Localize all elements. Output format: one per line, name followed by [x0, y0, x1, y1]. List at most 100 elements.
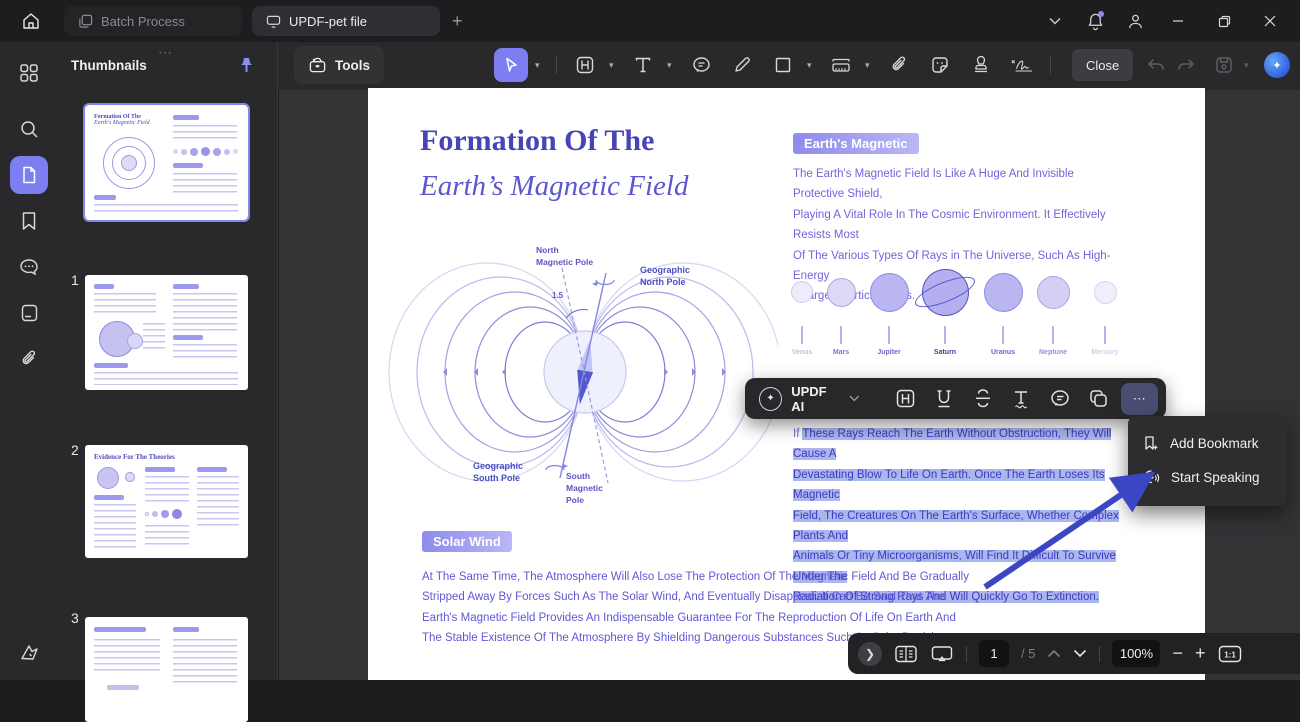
toolbar-divider: [966, 646, 967, 662]
thumbnail-page-4[interactable]: [85, 617, 248, 722]
svg-text:1:1: 1:1: [1224, 650, 1236, 659]
sidebar-item-attachments[interactable]: [10, 340, 48, 378]
home-icon: [21, 11, 41, 31]
thumbnail-preview: [173, 163, 203, 168]
collapse-bar-button[interactable]: ❯: [858, 642, 882, 666]
user-icon: [1126, 12, 1145, 31]
tab-updf-pet-file[interactable]: UPDF-pet file: [252, 6, 440, 36]
undo-icon[interactable]: [1146, 56, 1166, 74]
sidebar-item-apps[interactable]: [10, 54, 48, 92]
actual-size-button[interactable]: 1:1: [1218, 645, 1242, 663]
measure-tool-button[interactable]: [824, 48, 858, 82]
select-tool-button[interactable]: [494, 48, 528, 82]
comment-annotation-button[interactable]: [1040, 384, 1079, 414]
expand-menu-button[interactable]: [1038, 6, 1072, 36]
new-tab-button[interactable]: +: [452, 11, 463, 32]
updf-ai-label[interactable]: UPDF AI: [791, 384, 841, 414]
planet-uranus: Uranus: [975, 266, 1031, 356]
redo-icon[interactable]: [1176, 56, 1196, 74]
thumbnail-preview: [94, 363, 128, 368]
underline-annotation-button[interactable]: [925, 384, 964, 414]
thumbnail-preview: [121, 155, 137, 171]
sidebar-item-stamps[interactable]: [10, 634, 48, 672]
zoom-out-button[interactable]: −: [1172, 643, 1183, 664]
sidebar-item-comments[interactable]: [10, 248, 48, 286]
sidebar-item-bookmarks[interactable]: [10, 202, 48, 240]
menu-item-add-bookmark[interactable]: Add Bookmark: [1128, 426, 1287, 460]
home-button[interactable]: [12, 6, 50, 36]
tools-button[interactable]: Tools: [294, 46, 384, 84]
doc-title-line2: Earth’s Magnetic Field: [420, 170, 688, 203]
account-button[interactable]: [1118, 6, 1152, 36]
label-north-magnetic-pole: North Magnetic Pole: [536, 244, 593, 268]
main-toolbar: Tools ▾ ▾ ▾ ▾ ▾: [278, 42, 1300, 90]
text-tool-dropdown[interactable]: ▾: [667, 60, 677, 71]
thumbnail-page-1[interactable]: Formation Of The Earth's Magnetic Field: [85, 105, 248, 220]
updf-ai-avatar-icon[interactable]: ✦: [1264, 52, 1290, 78]
shape-tool-button[interactable]: [766, 48, 800, 82]
previous-page-button[interactable]: [1047, 649, 1061, 658]
stamp-tool-button[interactable]: [964, 48, 998, 82]
thumbnail-preview: [173, 627, 199, 632]
context-menu: Add Bookmark Start Speaking: [1128, 416, 1287, 506]
highlight-tool-button[interactable]: [568, 48, 602, 82]
thumbnail-preview: [173, 173, 237, 197]
presentation-icon[interactable]: [930, 644, 954, 664]
copy-button[interactable]: [1079, 384, 1118, 414]
squiggly-annotation-button[interactable]: [1002, 384, 1041, 414]
highlight-icon: [575, 55, 595, 75]
select-tool-dropdown[interactable]: ▾: [535, 60, 545, 71]
grid-icon: [19, 63, 39, 83]
highlight-tool-dropdown[interactable]: ▾: [609, 60, 619, 71]
page-layout-icon[interactable]: [894, 644, 918, 664]
thumbnail-preview: [94, 293, 156, 315]
label-south-magnetic-pole: South Magnetic Pole: [566, 470, 603, 506]
thumbnail-preview: [173, 284, 199, 289]
text-tool-button[interactable]: [626, 48, 660, 82]
chevron-down-icon[interactable]: [849, 395, 860, 402]
close-button[interactable]: Close: [1072, 49, 1133, 81]
square-icon: [774, 56, 792, 74]
measure-tool-dropdown[interactable]: ▾: [865, 60, 875, 71]
thumbnail-page-2[interactable]: [85, 275, 248, 390]
label-angle: 1.5: [552, 290, 563, 302]
save-dropdown[interactable]: ▾: [1244, 60, 1254, 71]
menu-item-start-speaking[interactable]: Start Speaking: [1128, 460, 1287, 494]
comment-tool-button[interactable]: [684, 48, 718, 82]
minimize-button[interactable]: [1158, 6, 1198, 36]
thumbnail-preview: [97, 467, 119, 489]
pin-icon[interactable]: [238, 56, 255, 74]
restore-button[interactable]: [1204, 6, 1244, 36]
cursor-icon: [502, 56, 520, 74]
chevron-down-icon: [1049, 17, 1061, 25]
next-page-button[interactable]: [1073, 649, 1087, 658]
thumbnail-preview: [173, 115, 199, 120]
pen-tool-button[interactable]: [725, 48, 759, 82]
thumbnail-preview: [197, 467, 227, 472]
shape-tool-dropdown[interactable]: ▾: [807, 60, 817, 71]
highlight-annotation-button[interactable]: [886, 384, 925, 414]
sidebar-item-search[interactable]: [10, 110, 48, 148]
sidebar-item-thumbnails[interactable]: [10, 156, 48, 194]
strikethrough-annotation-button[interactable]: [963, 384, 1002, 414]
signature-tool-button[interactable]: [1005, 48, 1039, 82]
sidebar-item-pages[interactable]: [10, 294, 48, 332]
thumbnail-preview: [197, 476, 239, 530]
thumbnail-preview: [145, 509, 182, 519]
page-number-input[interactable]: 1: [979, 640, 1009, 667]
panel-drag-handle[interactable]: ⋯: [158, 44, 174, 61]
notifications-button[interactable]: [1078, 6, 1112, 36]
zoom-in-button[interactable]: +: [1195, 643, 1206, 664]
thumbnail-preview: [94, 204, 238, 216]
sticker-tool-button[interactable]: [923, 48, 957, 82]
thumbnail-page-3[interactable]: Evidence For The Theories: [85, 445, 248, 558]
menu-item-label: Start Speaking: [1171, 470, 1260, 485]
tab-batch-process[interactable]: Batch Process: [64, 6, 242, 36]
sticker-icon: [930, 55, 950, 75]
attach-tool-button[interactable]: [882, 48, 916, 82]
close-window-button[interactable]: [1250, 6, 1290, 36]
document-tab-icon: [266, 15, 281, 28]
more-options-button[interactable]: ⋯: [1121, 383, 1158, 415]
save-icon[interactable]: [1214, 55, 1234, 75]
zoom-level-button[interactable]: 100%: [1112, 640, 1160, 667]
